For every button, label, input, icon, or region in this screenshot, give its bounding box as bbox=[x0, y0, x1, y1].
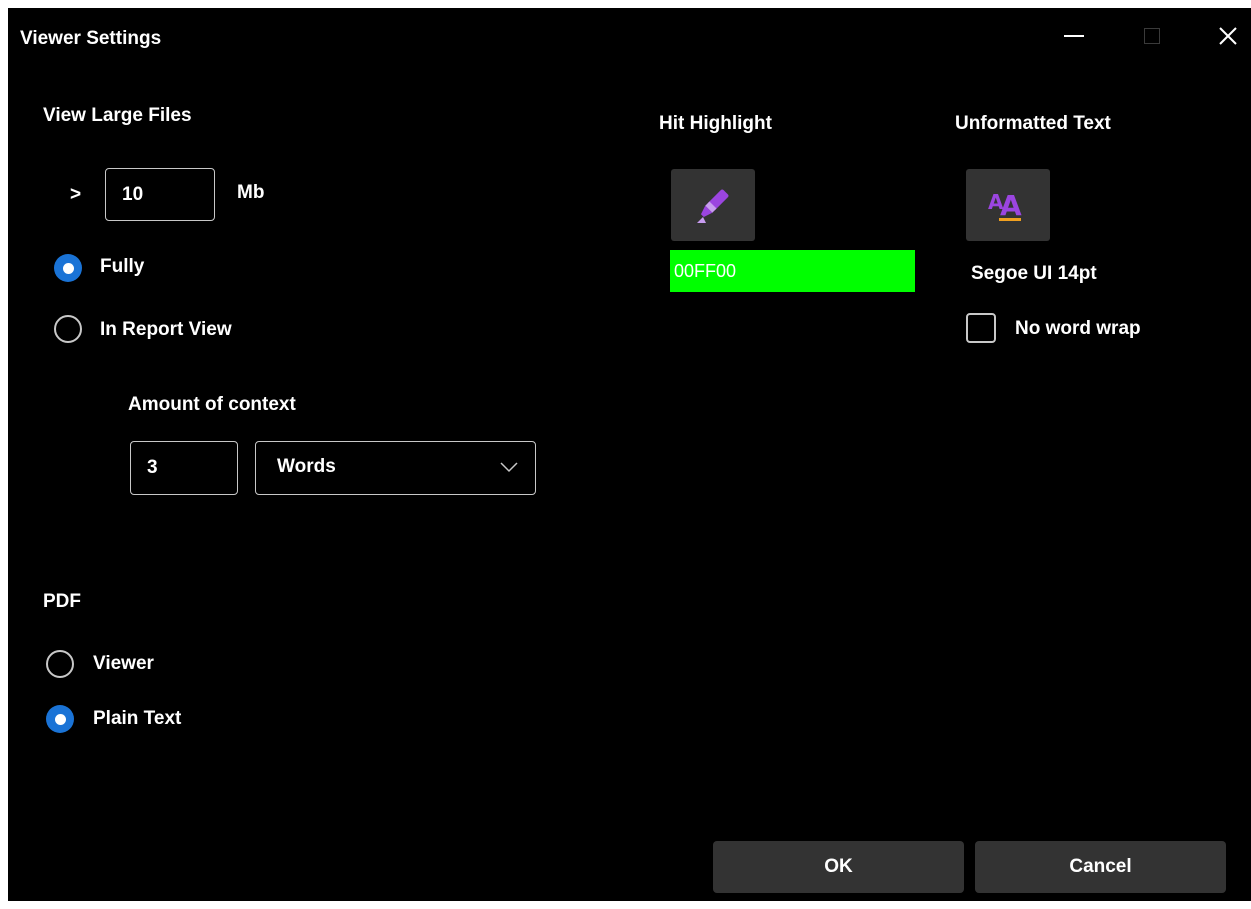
pdf-plain-text-label[interactable]: Plain Text bbox=[93, 708, 181, 730]
hit-highlight-button[interactable] bbox=[671, 169, 755, 241]
pdf-viewer-radio[interactable] bbox=[46, 650, 74, 678]
chevron-down-icon bbox=[500, 462, 518, 473]
unformatted-text-heading: Unformatted Text bbox=[955, 113, 1111, 134]
radio-dot bbox=[62, 262, 74, 274]
in-report-view-label[interactable]: In Report View bbox=[100, 319, 232, 341]
close-icon bbox=[1219, 27, 1237, 45]
in-report-view-radio[interactable] bbox=[54, 315, 82, 343]
pdf-heading: PDF bbox=[43, 591, 81, 612]
font-value-label: Segoe UI 14pt bbox=[971, 263, 1097, 284]
ok-button[interactable]: OK bbox=[713, 841, 964, 893]
maximize-icon bbox=[1144, 28, 1160, 44]
minimize-button[interactable] bbox=[1054, 16, 1094, 56]
pdf-plain-text-radio[interactable] bbox=[46, 705, 74, 733]
size-threshold-input[interactable] bbox=[105, 168, 215, 221]
context-unit-selected: Words bbox=[277, 456, 336, 477]
context-unit-dropdown[interactable]: Words bbox=[255, 441, 536, 495]
close-button[interactable] bbox=[1208, 16, 1248, 56]
fully-radio[interactable] bbox=[54, 254, 82, 282]
amount-of-context-label: Amount of context bbox=[128, 394, 296, 415]
no-word-wrap-label[interactable]: No word wrap bbox=[1015, 318, 1141, 340]
viewer-settings-dialog: Viewer Settings View Large Files > Mb Fu… bbox=[8, 8, 1251, 901]
view-large-files-heading: View Large Files bbox=[43, 105, 192, 126]
greater-than-symbol: > bbox=[70, 184, 82, 205]
highlighter-icon bbox=[697, 189, 729, 223]
font-button[interactable]: A A bbox=[966, 169, 1050, 241]
context-amount-input[interactable] bbox=[130, 441, 238, 495]
fully-label[interactable]: Fully bbox=[100, 256, 144, 278]
hit-highlight-color-swatch[interactable]: 00FF00 bbox=[670, 250, 915, 292]
size-unit-label: Mb bbox=[237, 182, 265, 203]
minimize-icon bbox=[1064, 35, 1084, 37]
maximize-button[interactable] bbox=[1132, 16, 1172, 56]
pdf-viewer-label[interactable]: Viewer bbox=[93, 653, 154, 675]
font-icon: A A bbox=[988, 189, 1022, 222]
radio-dot bbox=[54, 713, 66, 725]
no-word-wrap-checkbox[interactable] bbox=[966, 313, 996, 343]
svg-text:A: A bbox=[1000, 189, 1022, 222]
window-title: Viewer Settings bbox=[20, 28, 162, 49]
hit-highlight-heading: Hit Highlight bbox=[659, 113, 772, 134]
cancel-button[interactable]: Cancel bbox=[975, 841, 1226, 893]
